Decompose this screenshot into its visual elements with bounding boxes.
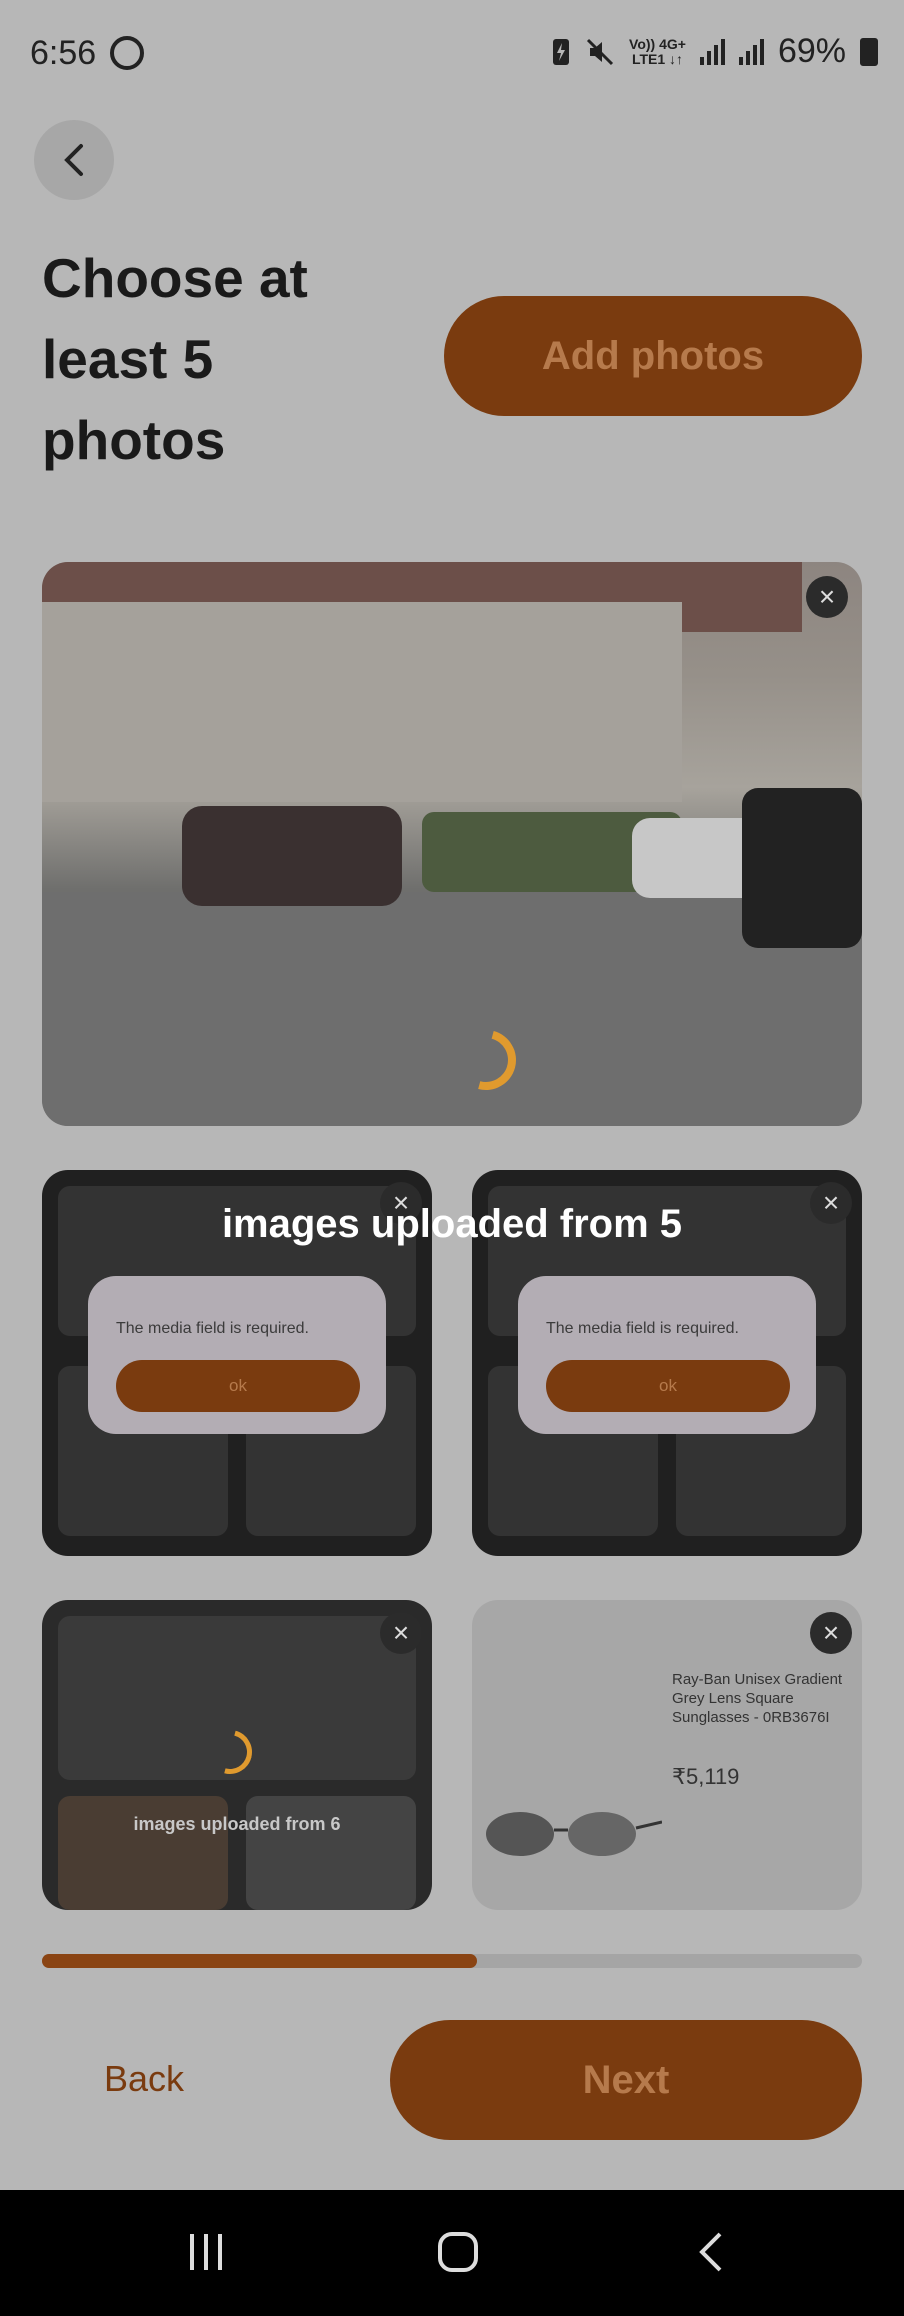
status-time: 6:56 — [30, 34, 97, 72]
back-button[interactable] — [34, 120, 114, 200]
chevron-left-icon — [64, 144, 83, 176]
mute-icon — [586, 38, 614, 65]
battery-percent: 69% — [777, 32, 846, 70]
battery-saver-icon — [553, 38, 570, 65]
system-nav-bar — [0, 2190, 904, 2316]
status-icons: Vo)) 4G+ LTE1 ↓↑ 69% — [551, 32, 878, 71]
network-bottom: LTE1 ↓↑ — [631, 50, 684, 67]
network-top: Vo)) 4G+ — [629, 35, 686, 52]
error-dialog: The media field is required. ok — [518, 1276, 816, 1434]
add-photos-button[interactable]: Add photos — [444, 296, 862, 416]
progress-fill — [42, 1954, 477, 1968]
photo-card: Ray-Ban Unisex Gradient Grey Lens Square… — [472, 1600, 862, 1910]
ok-button[interactable]: ok — [116, 1360, 360, 1412]
photo-content — [42, 892, 862, 1126]
sunglasses-image — [486, 1812, 662, 1856]
dialog-message: The media field is required. — [546, 1320, 739, 1337]
product-price: ₹5,119 — [672, 1764, 740, 1789]
close-icon[interactable]: × — [806, 576, 848, 618]
battery-icon — [860, 37, 878, 66]
close-icon[interactable]: × — [380, 1612, 422, 1654]
photo-content — [182, 806, 402, 906]
page-title: Choose at least 5 photos — [42, 247, 308, 471]
network-label: Vo)) 4G+ LTE1 ↓↑ — [629, 35, 686, 67]
next-button[interactable]: Next — [390, 2020, 862, 2140]
photo-card: × — [42, 562, 862, 1126]
ok-button[interactable]: ok — [546, 1360, 790, 1412]
photo-card: × — [42, 1600, 432, 1910]
photo-content — [42, 602, 682, 802]
product-title: Ray-Ban Unisex Gradient Grey Lens Square… — [672, 1671, 843, 1726]
whatsapp-icon — [110, 36, 144, 70]
upload-status-text: images uploaded from 5 — [221, 1202, 683, 1246]
dialog-message: The media field is required. — [116, 1320, 309, 1337]
back-link[interactable]: Back — [104, 2058, 184, 2100]
error-dialog: The media field is required. ok — [88, 1276, 386, 1434]
back-icon[interactable] — [690, 2230, 734, 2274]
status-bar: 6:56 Vo)) 4G+ LTE1 ↓↑ 69% — [0, 0, 904, 110]
home-icon[interactable] — [436, 2230, 480, 2274]
signal-icon-1 — [699, 38, 725, 65]
signal-icon-2 — [738, 38, 764, 65]
recents-icon[interactable] — [184, 2230, 228, 2274]
progress-bar — [42, 1954, 862, 1968]
photo-content — [742, 788, 862, 948]
screen: 6:56 Vo)) 4G+ LTE1 ↓↑ 69% Choose at leas… — [0, 0, 904, 2316]
upload-status-text-small: images uploaded from 6 — [133, 1814, 341, 1834]
close-icon[interactable]: × — [810, 1612, 852, 1654]
